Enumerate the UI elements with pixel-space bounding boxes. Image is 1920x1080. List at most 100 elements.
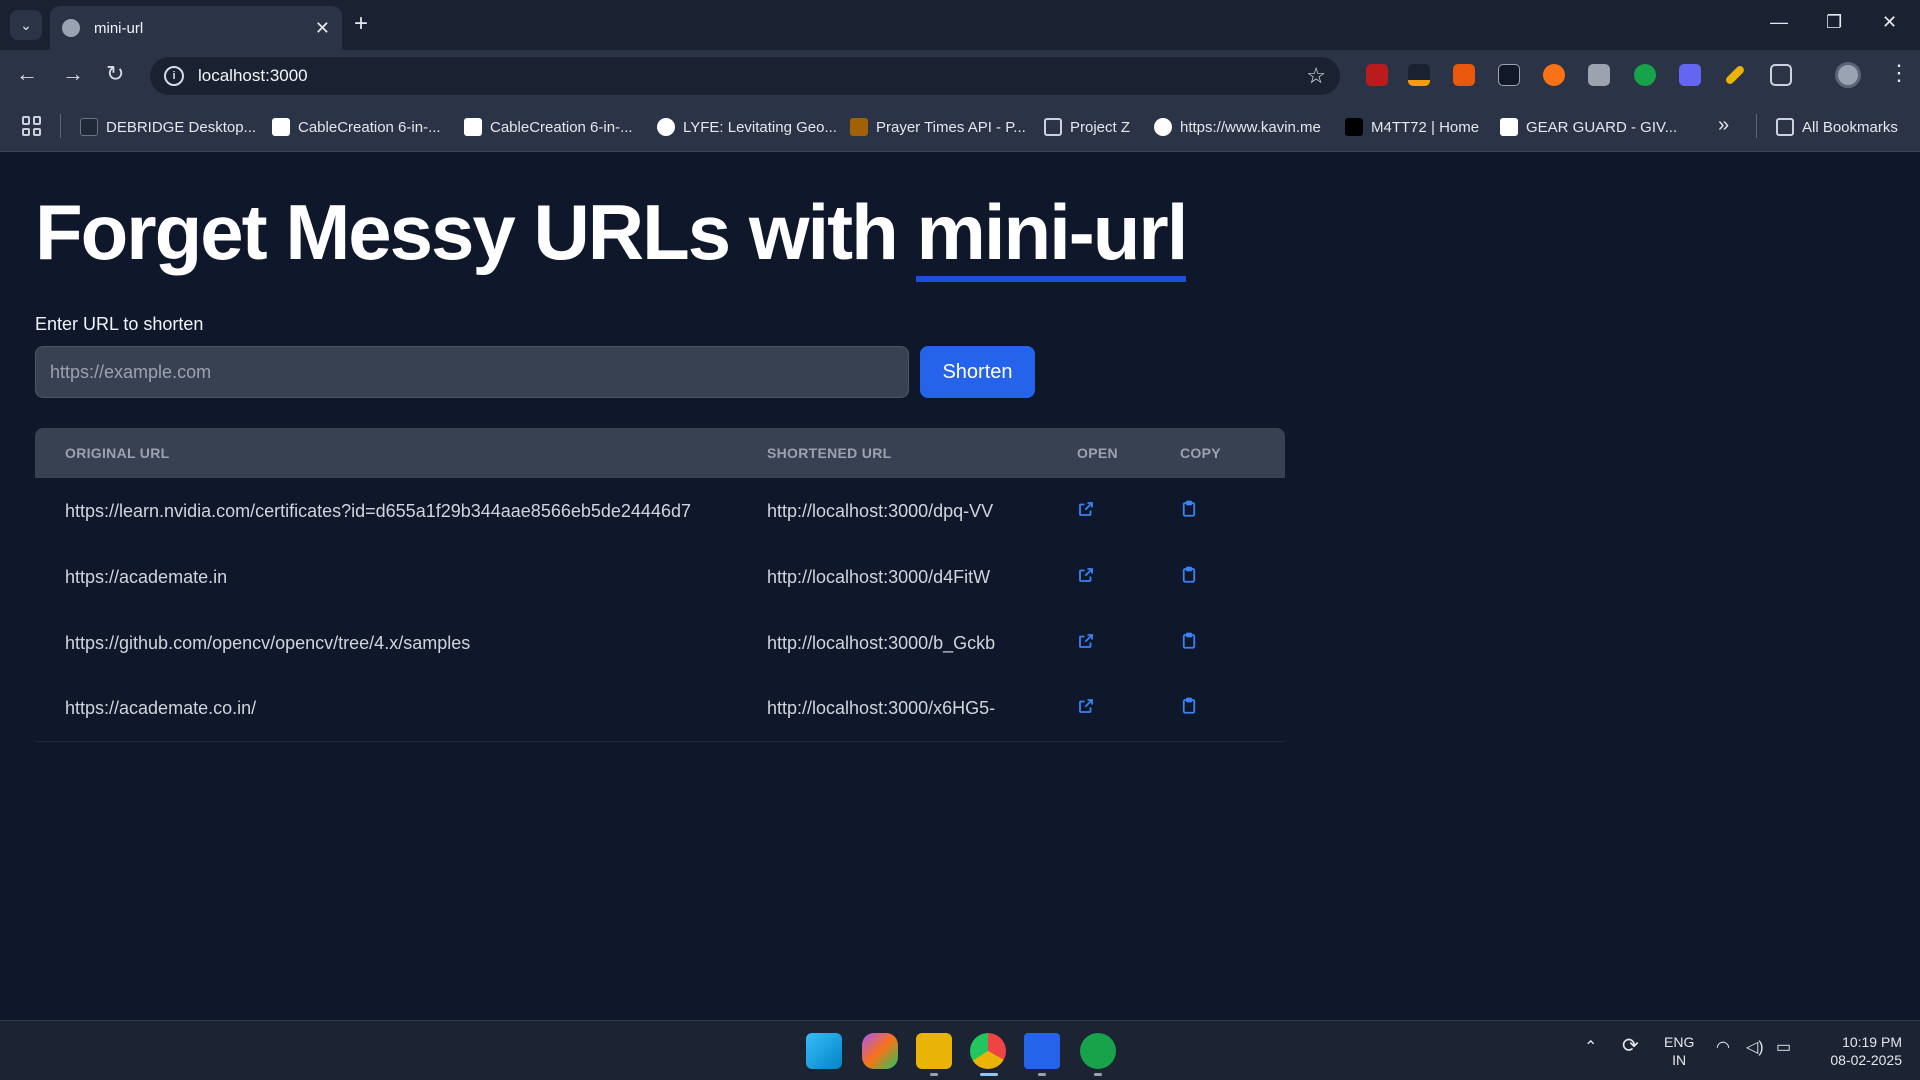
pencil-extension-icon[interactable] <box>1724 64 1746 86</box>
puzzle-icon[interactable] <box>1770 64 1792 86</box>
close-tab-icon[interactable]: ✕ <box>315 18 330 39</box>
metamask-extension-icon[interactable] <box>1453 64 1475 86</box>
sync-icon[interactable]: ⟳ <box>1622 1036 1639 1056</box>
close-window-button[interactable]: ✕ <box>1882 12 1897 33</box>
wifi-icon[interactable]: ◠ <box>1716 1039 1730 1057</box>
extension-icon[interactable] <box>1543 64 1565 86</box>
bookmark-label: CableCreation 6-in-... <box>490 118 633 136</box>
column-header-open: OPEN <box>1077 445 1118 461</box>
extension-icon[interactable] <box>1408 64 1430 86</box>
short-url-cell: http://localhost:3000/dpq-VV <box>767 500 994 521</box>
forward-button[interactable]: → <box>62 62 84 86</box>
bookmark-label: GEAR GUARD - GIV... <box>1526 118 1678 136</box>
all-bookmarks-button[interactable]: All Bookmarks <box>1776 116 1898 138</box>
back-button[interactable]: ← <box>16 62 38 86</box>
active-indicator <box>980 1073 998 1076</box>
brand-name: mini-url <box>916 188 1188 282</box>
table-row: https://academate.co.in/ http://localhos… <box>35 676 1285 742</box>
clipboard-icon[interactable] <box>1180 632 1198 650</box>
browser-tab[interactable]: mini-url ✕ <box>50 6 342 50</box>
ublock-extension-icon[interactable] <box>1366 64 1388 86</box>
table-row: https://learn.nvidia.com/certificates?id… <box>35 478 1285 544</box>
page-title: Forget Messy URLs with mini-url <box>35 187 1188 282</box>
all-bookmarks-label: All Bookmarks <box>1802 118 1898 136</box>
clipboard-icon[interactable] <box>1180 500 1198 518</box>
battery-icon[interactable]: ▭ <box>1776 1039 1791 1057</box>
table-row: https://academate.in http://localhost:30… <box>35 544 1285 610</box>
bookmark-item[interactable]: CableCreation 6-in-... <box>464 116 633 138</box>
file-explorer-icon[interactable] <box>916 1033 952 1069</box>
bookmark-favicon-icon <box>850 118 868 136</box>
tab-search-button[interactable]: ⌄ <box>10 10 42 40</box>
address-text[interactable]: localhost:3000 <box>198 66 1306 86</box>
bookmark-label: M4TT72 | Home <box>1371 118 1480 136</box>
grammarly-extension-icon[interactable] <box>1634 64 1656 86</box>
clipboard-icon[interactable] <box>1180 697 1198 715</box>
bookmark-favicon-icon <box>80 118 98 136</box>
bookmark-star-icon[interactable]: ☆ <box>1306 63 1326 89</box>
column-header-copy: COPY <box>1180 445 1221 461</box>
extension-icon[interactable] <box>1679 64 1701 86</box>
external-link-icon[interactable] <box>1077 697 1095 715</box>
original-url-cell: https://academate.in <box>65 566 228 587</box>
bookmark-item[interactable]: M4TT72 | Home <box>1345 116 1479 138</box>
restore-button[interactable]: ❐ <box>1826 12 1842 33</box>
bookmark-label: DEBRIDGE Desktop... <box>106 118 257 136</box>
more-bookmarks-icon[interactable]: » <box>1718 114 1729 137</box>
minimize-button[interactable]: — <box>1770 12 1788 33</box>
bookmark-label: LYFE: Levitating Geo... <box>683 118 837 136</box>
bookmark-label: Prayer Times API - P... <box>876 118 1026 136</box>
bookmark-favicon-icon <box>1345 118 1363 136</box>
menu-icon[interactable]: ⋮ <box>1888 60 1910 86</box>
amazon-icon <box>272 118 290 136</box>
short-url-cell: http://localhost:3000/b_Gckb <box>767 632 996 653</box>
browser-toolbar: ← → ↻ i localhost:3000 ☆ ⋮ <box>0 50 1920 100</box>
region-code: IN <box>1672 1052 1687 1068</box>
bookmarks-bar: DEBRIDGE Desktop... CableCreation 6-in-.… <box>0 100 1920 152</box>
extension-icon[interactable] <box>1498 64 1520 86</box>
site-info-icon[interactable]: i <box>164 66 184 86</box>
volume-icon[interactable]: ◁) <box>1746 1039 1764 1057</box>
running-indicator <box>1038 1073 1046 1076</box>
vscode-icon[interactable] <box>1024 1033 1060 1069</box>
profile-avatar[interactable] <box>1835 62 1861 88</box>
apps-grid-icon[interactable] <box>22 116 42 136</box>
copilot-icon[interactable] <box>862 1033 898 1069</box>
short-url-cell: http://localhost:3000/x6HG5- <box>767 698 996 718</box>
windows-start-icon[interactable] <box>806 1033 842 1069</box>
bookmark-item[interactable]: GEAR GUARD - GIV... <box>1500 116 1677 138</box>
chrome-icon[interactable] <box>970 1033 1006 1069</box>
clock-time: 10:19 PM <box>1842 1034 1902 1050</box>
external-link-icon[interactable] <box>1077 500 1095 518</box>
amazon-icon <box>1500 118 1518 136</box>
original-url-cell: https://learn.nvidia.com/certificates?id… <box>65 500 691 521</box>
bookmark-folder[interactable]: Project Z <box>1044 116 1130 138</box>
taskbar: ⌃ ⟳ ENG IN ◠ ◁) ▭ 10:19 PM 08-02-2025 <box>0 1020 1920 1080</box>
table-row: https://github.com/opencv/opencv/tree/4.… <box>35 610 1285 676</box>
bookmark-item[interactable]: DEBRIDGE Desktop... <box>80 116 256 138</box>
bookmark-label: https://www.kavin.me <box>1180 118 1321 136</box>
chevron-up-icon[interactable]: ⌃ <box>1584 1039 1597 1057</box>
tab-title: mini-url <box>94 19 144 37</box>
running-indicator <box>1094 1073 1102 1076</box>
bookmark-item[interactable]: Prayer Times API - P... <box>850 116 1026 138</box>
new-tab-button[interactable]: + <box>354 12 368 36</box>
clock[interactable]: 10:19 PM 08-02-2025 <box>1812 1033 1902 1069</box>
mongodb-compass-icon[interactable] <box>1080 1033 1116 1069</box>
bookmark-item[interactable]: CableCreation 6-in-... <box>272 116 441 138</box>
url-input[interactable] <box>35 346 909 398</box>
shorten-button[interactable]: Shorten <box>920 346 1035 398</box>
original-url-cell: https://academate.co.in/ <box>65 698 257 718</box>
language-indicator[interactable]: ENG IN <box>1664 1033 1694 1069</box>
address-bar[interactable]: i localhost:3000 ☆ <box>150 57 1340 95</box>
bookmark-favicon-icon <box>657 118 675 136</box>
reload-button[interactable]: ↻ <box>106 62 124 86</box>
bookmark-item[interactable]: https://www.kavin.me <box>1154 116 1321 138</box>
external-link-icon[interactable] <box>1077 632 1095 650</box>
bookmark-label: Project Z <box>1070 118 1131 136</box>
globe-icon <box>62 19 80 37</box>
bookmark-item[interactable]: LYFE: Levitating Geo... <box>657 116 837 138</box>
clipboard-icon[interactable] <box>1180 566 1198 584</box>
camera-extension-icon[interactable] <box>1588 64 1610 86</box>
external-link-icon[interactable] <box>1077 566 1095 584</box>
